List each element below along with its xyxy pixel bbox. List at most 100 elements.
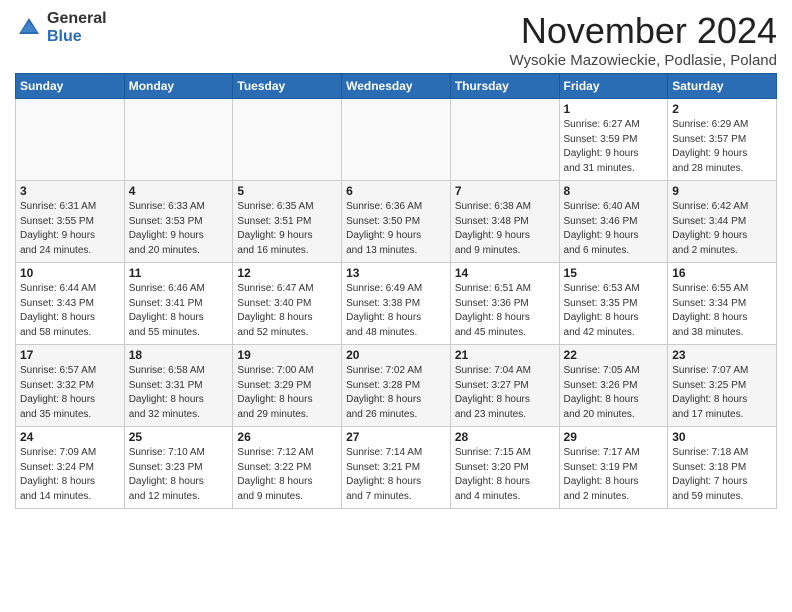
day-info: Sunrise: 6:38 AM Sunset: 3:48 PM Dayligh… [455, 200, 555, 258]
logo-blue: Blue [47, 28, 107, 46]
week-row-3: 10 Sunrise: 6:44 AM Sunset: 3:43 PM Dayli… [16, 263, 777, 345]
day-cell: 12Sunrise: 6:47 AM Sunset: 3:40 PM Dayli… [233, 263, 342, 345]
day-number: 19 [237, 348, 337, 362]
day-cell [16, 99, 125, 181]
calendar-table: SundayMondayTuesdayWednesdayThursdayFrid… [15, 73, 777, 509]
day-number: 7 [455, 184, 555, 198]
logo-icon [15, 14, 43, 42]
day-number: 5 [237, 184, 337, 198]
day-info: Sunrise: 7:09 AM Sunset: 3:24 PM Dayligh… [20, 446, 120, 504]
day-cell [450, 99, 559, 181]
day-info: Sunrise: 6:57 AM Sunset: 3:32 PM Dayligh… [20, 364, 120, 422]
day-info: Sunrise: 6:40 AM Sunset: 3:46 PM Dayligh… [564, 200, 664, 258]
day-info: Sunrise: 6:51 AM Sunset: 3:36 PM Dayligh… [455, 282, 555, 340]
day-cell: 18 Sunrise: 6:58 AM Sunset: 3:31 PM Dayli… [124, 345, 233, 427]
day-info: Sunrise: 6:42 AM Sunset: 3:44 PM Dayligh… [672, 200, 772, 258]
day-number: 28 [455, 430, 555, 444]
day-number: 15 [564, 266, 664, 280]
title-area: November 2024 Wysokie Mazowieckie, Podla… [510, 10, 778, 69]
day-info: Sunrise: 7:00 AM Sunset: 3:29 PM Dayligh… [237, 364, 337, 422]
day-number: 23 [672, 348, 772, 362]
day-cell [342, 99, 451, 181]
day-info: Sunrise: 6:44 AM Sunset: 3:43 PM Dayligh… [20, 282, 120, 340]
week-row-4: 17 Sunrise: 6:57 AM Sunset: 3:32 PM Dayli… [16, 345, 777, 427]
day-cell: 26 Sunrise: 7:12 AM Sunset: 3:22 PM Dayli… [233, 427, 342, 509]
day-number: 8 [564, 184, 664, 198]
header: General Blue November 2024 Wysokie Mazow… [15, 10, 777, 69]
header-cell-monday: Monday [124, 74, 233, 99]
day-number: 26 [237, 430, 337, 444]
day-cell [233, 99, 342, 181]
day-cell: 15 Sunrise: 6:53 AM Sunset: 3:35 PM Dayli… [559, 263, 668, 345]
day-cell: 23 Sunrise: 7:07 AM Sunset: 3:25 PM Dayli… [668, 345, 777, 427]
day-cell: 22Sunrise: 7:05 AM Sunset: 3:26 PM Dayli… [559, 345, 668, 427]
header-cell-sunday: Sunday [16, 74, 125, 99]
day-info: Sunrise: 7:12 AM Sunset: 3:22 PM Dayligh… [237, 446, 337, 504]
logo-general: General [47, 10, 107, 28]
day-number: 10 [20, 266, 120, 280]
day-info: Sunrise: 7:10 AM Sunset: 3:23 PM Dayligh… [129, 446, 229, 504]
day-number: 20 [346, 348, 446, 362]
day-number: 9 [672, 184, 772, 198]
day-number: 18 [129, 348, 229, 362]
day-info: Sunrise: 7:07 AM Sunset: 3:25 PM Dayligh… [672, 364, 772, 422]
day-cell: 11 Sunrise: 6:46 AM Sunset: 3:41 PM Dayli… [124, 263, 233, 345]
day-info: Sunrise: 6:29 AM Sunset: 3:57 PM Dayligh… [672, 118, 772, 176]
day-info: Sunrise: 7:05 AM Sunset: 3:26 PM Dayligh… [564, 364, 664, 422]
day-number: 25 [129, 430, 229, 444]
week-row-1: 1Sunrise: 6:27 AM Sunset: 3:59 PM Daylig… [16, 99, 777, 181]
day-number: 27 [346, 430, 446, 444]
day-cell: 27Sunrise: 7:14 AM Sunset: 3:21 PM Dayli… [342, 427, 451, 509]
day-number: 12 [237, 266, 337, 280]
day-info: Sunrise: 6:53 AM Sunset: 3:35 PM Dayligh… [564, 282, 664, 340]
day-number: 13 [346, 266, 446, 280]
week-row-5: 24 Sunrise: 7:09 AM Sunset: 3:24 PM Dayli… [16, 427, 777, 509]
day-number: 4 [129, 184, 229, 198]
header-cell-thursday: Thursday [450, 74, 559, 99]
day-info: Sunrise: 7:17 AM Sunset: 3:19 PM Dayligh… [564, 446, 664, 504]
day-cell: 8 Sunrise: 6:40 AM Sunset: 3:46 PM Daylig… [559, 181, 668, 263]
day-number: 21 [455, 348, 555, 362]
day-number: 2 [672, 102, 772, 116]
day-cell: 19 Sunrise: 7:00 AM Sunset: 3:29 PM Dayli… [233, 345, 342, 427]
day-cell: 6 Sunrise: 6:36 AM Sunset: 3:50 PM Daylig… [342, 181, 451, 263]
week-row-2: 3 Sunrise: 6:31 AM Sunset: 3:55 PM Daylig… [16, 181, 777, 263]
day-number: 17 [20, 348, 120, 362]
day-cell: 2 Sunrise: 6:29 AM Sunset: 3:57 PM Daylig… [668, 99, 777, 181]
day-cell: 14Sunrise: 6:51 AM Sunset: 3:36 PM Dayli… [450, 263, 559, 345]
day-cell: 16Sunrise: 6:55 AM Sunset: 3:34 PM Dayli… [668, 263, 777, 345]
day-cell: 7 Sunrise: 6:38 AM Sunset: 3:48 PM Daylig… [450, 181, 559, 263]
day-cell: 1Sunrise: 6:27 AM Sunset: 3:59 PM Daylig… [559, 99, 668, 181]
month-title: November 2024 [510, 10, 778, 52]
day-cell [124, 99, 233, 181]
day-number: 30 [672, 430, 772, 444]
day-cell: 5 Sunrise: 6:35 AM Sunset: 3:51 PM Daylig… [233, 181, 342, 263]
day-info: Sunrise: 7:15 AM Sunset: 3:20 PM Dayligh… [455, 446, 555, 504]
day-info: Sunrise: 6:55 AM Sunset: 3:34 PM Dayligh… [672, 282, 772, 340]
header-row: SundayMondayTuesdayWednesdayThursdayFrid… [16, 74, 777, 99]
day-cell: 10 Sunrise: 6:44 AM Sunset: 3:43 PM Dayli… [16, 263, 125, 345]
day-number: 11 [129, 266, 229, 280]
day-number: 1 [564, 102, 664, 116]
day-info: Sunrise: 7:02 AM Sunset: 3:28 PM Dayligh… [346, 364, 446, 422]
day-cell: 4Sunrise: 6:33 AM Sunset: 3:53 PM Daylig… [124, 181, 233, 263]
day-cell: 9 Sunrise: 6:42 AM Sunset: 3:44 PM Daylig… [668, 181, 777, 263]
day-number: 6 [346, 184, 446, 198]
day-cell: 20 Sunrise: 7:02 AM Sunset: 3:28 PM Dayli… [342, 345, 451, 427]
location-title: Wysokie Mazowieckie, Podlasie, Poland [510, 52, 778, 69]
day-cell: 28 Sunrise: 7:15 AM Sunset: 3:20 PM Dayli… [450, 427, 559, 509]
day-cell: 25 Sunrise: 7:10 AM Sunset: 3:23 PM Dayli… [124, 427, 233, 509]
day-number: 24 [20, 430, 120, 444]
day-info: Sunrise: 6:58 AM Sunset: 3:31 PM Dayligh… [129, 364, 229, 422]
day-info: Sunrise: 6:46 AM Sunset: 3:41 PM Dayligh… [129, 282, 229, 340]
day-number: 29 [564, 430, 664, 444]
day-info: Sunrise: 6:31 AM Sunset: 3:55 PM Dayligh… [20, 200, 120, 258]
header-cell-saturday: Saturday [668, 74, 777, 99]
day-number: 3 [20, 184, 120, 198]
day-info: Sunrise: 6:35 AM Sunset: 3:51 PM Dayligh… [237, 200, 337, 258]
header-cell-wednesday: Wednesday [342, 74, 451, 99]
day-cell: 21Sunrise: 7:04 AM Sunset: 3:27 PM Dayli… [450, 345, 559, 427]
header-cell-tuesday: Tuesday [233, 74, 342, 99]
day-info: Sunrise: 6:36 AM Sunset: 3:50 PM Dayligh… [346, 200, 446, 258]
day-cell: 24 Sunrise: 7:09 AM Sunset: 3:24 PM Dayli… [16, 427, 125, 509]
